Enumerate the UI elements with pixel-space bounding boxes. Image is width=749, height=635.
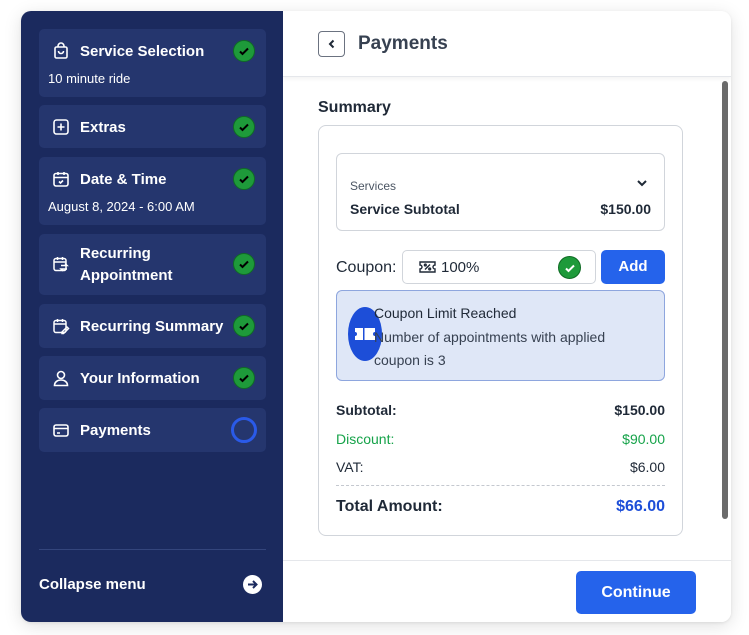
sidebar-item-sub: August 8, 2024 - 6:00 AM	[48, 199, 195, 214]
chevron-down-icon	[636, 176, 648, 194]
sidebar-item-service-selection[interactable]: Service Selection 10 minute ride	[39, 29, 266, 97]
chevron-left-icon	[328, 39, 334, 49]
check-icon	[233, 40, 255, 62]
back-button[interactable]	[318, 31, 345, 57]
check-icon	[558, 256, 581, 279]
total-divider	[336, 485, 665, 486]
sidebar-divider	[39, 549, 266, 550]
coupon-value: 100%	[441, 259, 480, 276]
sidebar-item-extras[interactable]: Extras	[39, 105, 266, 148]
calendar-edit-icon	[51, 316, 71, 336]
total-value: $66.00	[616, 498, 665, 515]
continue-button[interactable]: Continue	[576, 571, 696, 614]
summary-box: Services Service Subtotal $150.00 Coupon…	[318, 125, 683, 536]
discount-value: $90.00	[622, 431, 665, 447]
calendar-icon	[51, 169, 71, 189]
check-icon	[233, 253, 255, 275]
vat-label: VAT:	[336, 459, 364, 475]
total-label: Total Amount:	[336, 498, 443, 515]
sidebar-item-sub: 10 minute ride	[48, 71, 131, 86]
coupon-label: Coupon:	[336, 259, 397, 276]
calendar-repeat-icon	[51, 254, 71, 274]
sidebar-item-date-time[interactable]: Date & Time August 8, 2024 - 6:00 AM	[39, 157, 266, 225]
sidebar-item-recurring-summary[interactable]: Recurring Summary	[39, 304, 266, 348]
shopping-bag-icon	[51, 41, 71, 61]
page-title: Payments	[358, 33, 448, 54]
add-coupon-button[interactable]: Add	[601, 250, 665, 284]
sidebar-item-label: Extras	[80, 119, 126, 136]
subtotal-value: $150.00	[614, 402, 665, 418]
sidebar-item-label: Payments	[80, 422, 151, 439]
main-panel: Payments Summary Services Service Subtot…	[283, 11, 731, 622]
coupon-input[interactable]: 100%	[402, 250, 596, 284]
sidebar-item-payments[interactable]: Payments	[39, 408, 266, 452]
vat-value: $6.00	[629, 459, 665, 475]
discount-label: Discount:	[336, 431, 395, 447]
check-icon	[233, 315, 255, 337]
check-icon	[233, 367, 255, 389]
user-icon	[51, 368, 71, 388]
header: Payments	[283, 11, 731, 77]
services-dropdown[interactable]: Services Service Subtotal $150.00	[336, 153, 665, 231]
sidebar-item-recurring-appointment[interactable]: Recurring Appointment	[39, 234, 266, 295]
subtotal-label: Subtotal:	[336, 402, 397, 418]
ticket-icon	[419, 260, 436, 279]
service-subtotal-label: Service Subtotal	[350, 201, 460, 217]
booking-card: Service Selection 10 minute ride Extras …	[21, 11, 731, 622]
arrow-right-icon	[243, 575, 262, 594]
collapse-menu-label: Collapse menu	[39, 576, 146, 593]
sidebar-item-label: Service Selection	[80, 43, 205, 60]
check-icon	[233, 168, 255, 190]
footer: Continue	[283, 560, 731, 622]
sidebar-item-label: Recurring Appointment	[80, 245, 173, 284]
sidebar-item-label: Your Information	[80, 370, 200, 387]
collapse-menu-button[interactable]: Collapse menu	[39, 573, 266, 597]
sidebar: Service Selection 10 minute ride Extras …	[21, 11, 283, 622]
sidebar-item-your-information[interactable]: Your Information	[39, 356, 266, 400]
credit-card-icon	[51, 420, 71, 440]
sidebar-item-label: Recurring Summary	[80, 318, 224, 335]
scrollbar[interactable]	[722, 81, 728, 519]
services-label: Services	[350, 179, 397, 193]
alert-title: Coupon Limit Reached	[374, 305, 517, 321]
coupon-alert: Coupon Limit Reached Number of appointme…	[336, 290, 665, 381]
service-subtotal-value: $150.00	[600, 201, 651, 217]
alert-message: Number of appointments with applied coup…	[374, 329, 606, 368]
progress-ring-icon	[231, 417, 257, 443]
check-icon	[233, 116, 255, 138]
sidebar-item-label: Date & Time	[80, 171, 167, 188]
summary-title: Summary	[318, 99, 391, 116]
plus-square-icon	[51, 117, 71, 137]
